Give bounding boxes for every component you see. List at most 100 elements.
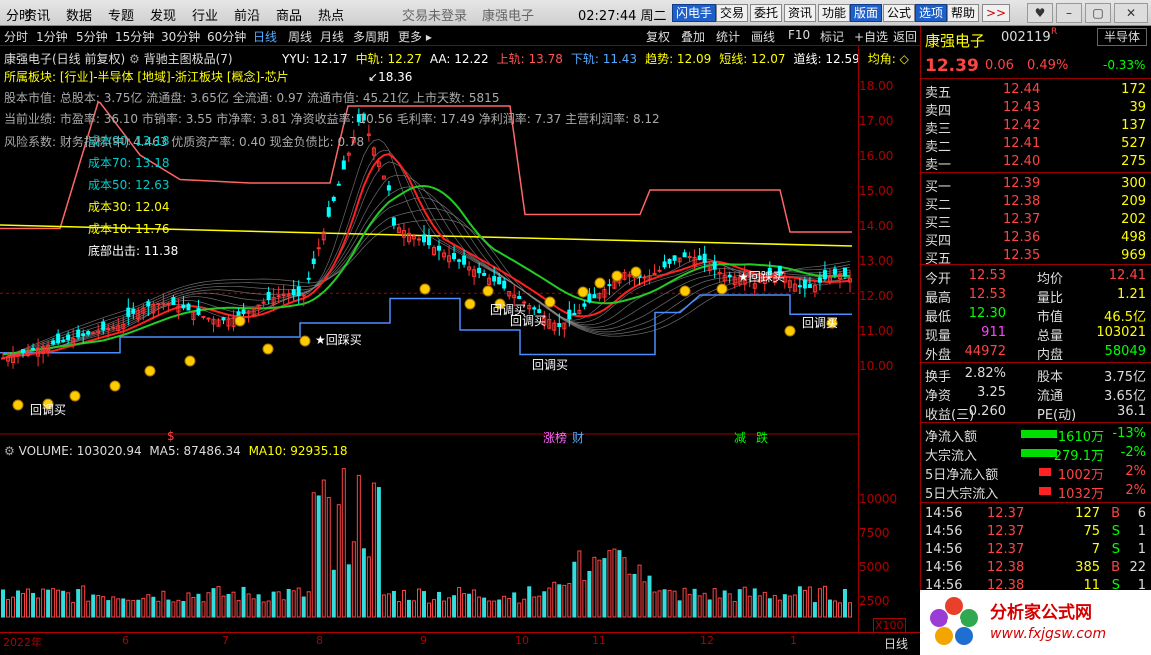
candle	[457, 259, 462, 262]
volume-bar	[727, 593, 732, 618]
ask-row[interactable]: 卖五 12.44 172	[925, 82, 1148, 101]
volume-bar	[552, 581, 557, 618]
ask-row[interactable]: 卖四 12.43 39	[925, 100, 1148, 119]
options-button[interactable]: 选项	[915, 4, 948, 22]
close-icon[interactable]: ✕	[1114, 3, 1148, 23]
event-marker[interactable]: 减	[734, 429, 746, 446]
login-status[interactable]: 交易未登录	[402, 5, 467, 24]
tab-1min[interactable]: 1分钟	[36, 28, 68, 45]
bid-row[interactable]: 买四 12.36 498	[925, 230, 1148, 249]
volume-bar	[316, 495, 321, 618]
sector-button[interactable]: 半导体	[1097, 28, 1147, 46]
volume-bar	[141, 597, 146, 618]
add-watchlist-button[interactable]: +自选	[854, 28, 888, 45]
menu-hangye[interactable]: 行业	[192, 5, 218, 24]
ask-row[interactable]: 卖一 12.40 275	[925, 154, 1148, 173]
menu-faxian[interactable]: 发现	[150, 5, 176, 24]
draw-button[interactable]: 画线	[751, 28, 775, 45]
formula-button[interactable]: 公式	[883, 4, 916, 22]
maximize-icon[interactable]: ▢	[1085, 3, 1111, 23]
candle	[672, 255, 677, 261]
volume-bar	[186, 592, 191, 618]
menu-shuju[interactable]: 数据	[66, 5, 92, 24]
tab-more[interactable]: 更多 ▸	[398, 28, 432, 45]
volume-bar	[722, 590, 727, 618]
overlay-button[interactable]: 叠加	[681, 28, 705, 45]
back-button[interactable]: 返回	[893, 28, 917, 45]
volume-settings-icon[interactable]: ⚙	[4, 444, 15, 458]
help-button[interactable]: 帮助	[947, 4, 980, 22]
tab-30min[interactable]: 30分钟	[161, 28, 200, 45]
row-volume: 498	[1121, 230, 1146, 245]
stat-row: 现量 911 总量 103021	[925, 325, 1146, 344]
candle	[532, 307, 537, 310]
menu-qianyan[interactable]: 前沿	[234, 5, 260, 24]
adjust-button[interactable]: 复权	[646, 28, 670, 45]
minimize-icon[interactable]: –	[1056, 3, 1082, 23]
clock: 02:27:44 周二	[578, 9, 667, 24]
event-marker[interactable]: $	[167, 429, 175, 443]
tab-15min[interactable]: 15分钟	[115, 28, 154, 45]
tab-fenshi[interactable]: 分时	[4, 28, 28, 45]
stat-row: 外盘 44972 内盘 58049	[925, 344, 1146, 363]
mark-button[interactable]: 标记	[820, 28, 844, 45]
ask-row[interactable]: 卖二 12.41 527	[925, 136, 1148, 155]
tab-multi-period[interactable]: 多周期	[353, 28, 389, 45]
volume-bar	[427, 602, 431, 618]
signal-label: 回调买	[802, 316, 839, 330]
last-price: 12.39	[925, 56, 979, 76]
menu-zhuanti[interactable]: 专题	[108, 5, 134, 24]
event-marker[interactable]: 财	[572, 429, 584, 446]
candle	[76, 329, 81, 338]
tab-monthly[interactable]: 月线	[320, 28, 344, 45]
period-label[interactable]: 日线	[884, 635, 908, 652]
menu-zixun[interactable]: 资讯	[24, 5, 50, 24]
candle	[56, 333, 61, 344]
volume-bar	[432, 599, 437, 618]
legend-item: YYU: 12.17	[282, 52, 348, 66]
layout-button[interactable]: 版面	[850, 4, 883, 22]
tab-60min[interactable]: 60分钟	[207, 28, 246, 45]
tab-weekly[interactable]: 周线	[288, 28, 312, 45]
bid-row[interactable]: 买一 12.39 300	[925, 176, 1148, 195]
candle	[186, 303, 191, 311]
tab-5min[interactable]: 5分钟	[76, 28, 108, 45]
bid-row[interactable]: 买二 12.38 209	[925, 194, 1148, 213]
candle	[311, 258, 316, 264]
candle	[817, 277, 822, 283]
event-marker[interactable]: 跌	[756, 429, 768, 446]
event-marker[interactable]: 涨榜	[543, 429, 567, 446]
ask-row[interactable]: 卖三 12.42 137	[925, 118, 1148, 137]
volume-bar	[462, 593, 467, 618]
volume-bar	[777, 599, 782, 618]
volume-bar	[351, 541, 356, 618]
volume-bar	[106, 600, 111, 618]
news-button[interactable]: 资讯	[784, 4, 817, 22]
fund-flow-row: 5日大宗流入 1032万 2%	[925, 483, 1146, 502]
menu-redian[interactable]: 热点	[318, 5, 344, 24]
flash-trade-button[interactable]: 闪电手	[672, 4, 717, 22]
f10-button[interactable]: F10	[788, 28, 810, 42]
menubar: 分时 资讯 数据 专题 发现 行业 前沿 商品 热点 交易未登录 康强电子 02…	[0, 0, 1151, 26]
chart-area[interactable]: 康强电子(日线 前复权) ⚙ 背驰主图极品(7) YYU: 12.17 中轨: 1…	[0, 46, 920, 632]
menu-shangpin[interactable]: 商品	[276, 5, 302, 24]
more-button[interactable]: >>	[982, 4, 1011, 22]
bid-row[interactable]: 买三 12.37 202	[925, 212, 1148, 231]
volume-bar	[376, 487, 381, 618]
row-price: 12.36	[1003, 230, 1041, 245]
tab-daily[interactable]: 日线	[253, 28, 277, 45]
volume-bar	[21, 592, 26, 618]
legend-item: 中轨: 12.27	[355, 52, 422, 66]
signal-label: 回调买	[510, 314, 547, 328]
candle	[592, 294, 597, 299]
skin-icon[interactable]: ♥	[1027, 3, 1053, 23]
volume-bar	[622, 557, 627, 618]
settings-icon[interactable]: ⚙	[129, 52, 140, 66]
candle	[86, 331, 91, 335]
trade-button[interactable]: 交易	[716, 4, 749, 22]
stats-button[interactable]: 统计	[716, 28, 740, 45]
order-button[interactable]: 委托	[750, 4, 783, 22]
volume-bar	[86, 600, 91, 618]
candle	[822, 270, 827, 280]
function-button[interactable]: 功能	[818, 4, 851, 22]
